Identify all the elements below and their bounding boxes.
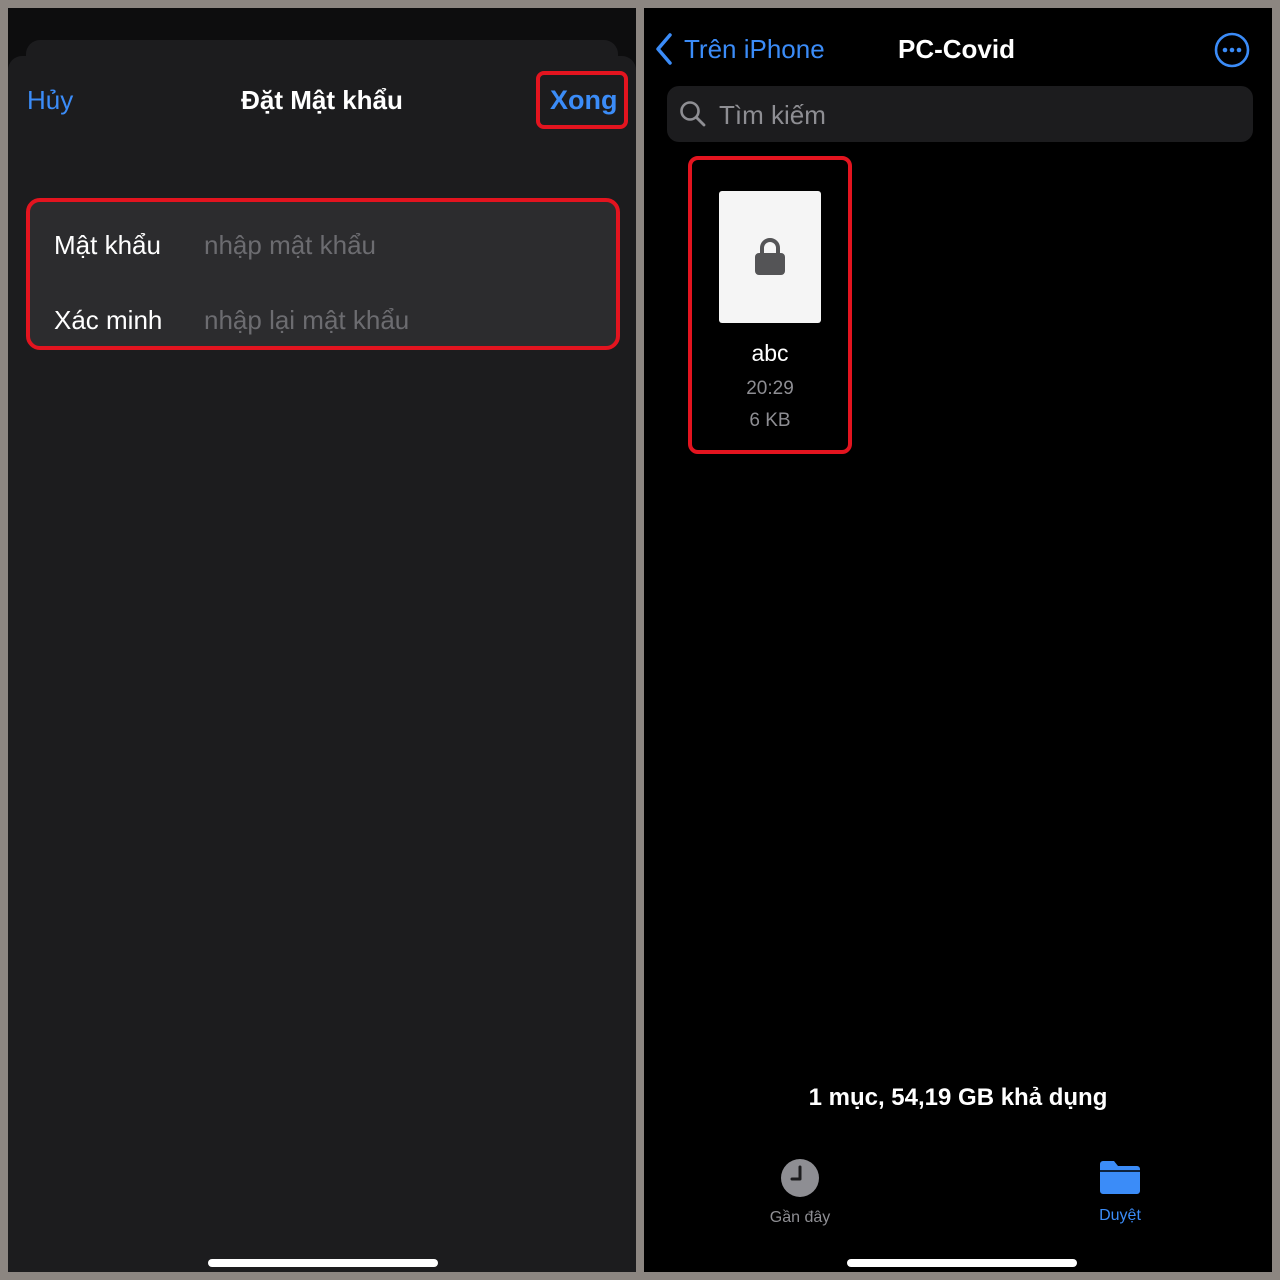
file-name: abc: [751, 340, 789, 366]
back-label: Trên iPhone: [684, 33, 825, 64]
storage-info: 1 mục, 54,19 GB khả dụng: [808, 1084, 1108, 1111]
lock-icon: [755, 238, 785, 275]
file-time: 20:29: [746, 378, 794, 399]
done-button[interactable]: Xong: [550, 85, 618, 116]
back-button[interactable]: Trên iPhone: [654, 32, 825, 66]
tab-recents[interactable]: Gần đây: [740, 1158, 860, 1227]
clock-icon: [781, 1159, 819, 1197]
tab-browse-label: Duyệt: [1099, 1207, 1141, 1224]
verify-label: Xác minh: [54, 304, 163, 335]
ellipsis-circle-icon[interactable]: [1214, 32, 1250, 68]
tab-browse[interactable]: Duyệt: [1060, 1158, 1180, 1225]
folder-icon: [1100, 1161, 1140, 1194]
folder-title: PC-Covid: [898, 34, 1015, 64]
search-icon: [680, 101, 706, 127]
file-thumbnail: [719, 191, 821, 323]
file-size: 6 KB: [749, 410, 791, 431]
chevron-left-icon: [656, 33, 672, 65]
password-label: Mật khẩu: [54, 229, 161, 260]
home-indicator: [208, 1259, 438, 1267]
set-password-screen: Hủy Đặt Mật khẩu Xong Mật khẩu Xác minh: [8, 8, 636, 1272]
password-form: Mật khẩu Xác minh: [26, 198, 620, 350]
password-input[interactable]: [202, 228, 606, 262]
files-folder-screen: Trên iPhone PC-Covid abc 20:29 6 KB 1 mụ…: [644, 8, 1272, 1272]
verify-row: Xác minh: [30, 283, 616, 357]
verify-password-input[interactable]: [202, 303, 606, 337]
search-bar[interactable]: [667, 86, 1253, 144]
search-input[interactable]: [717, 86, 1241, 144]
home-indicator: [847, 1259, 1077, 1267]
tab-recents-label: Gần đây: [769, 1209, 831, 1226]
file-item-abc[interactable]: abc 20:29 6 KB: [688, 156, 852, 454]
password-row: Mật khẩu: [30, 208, 616, 282]
